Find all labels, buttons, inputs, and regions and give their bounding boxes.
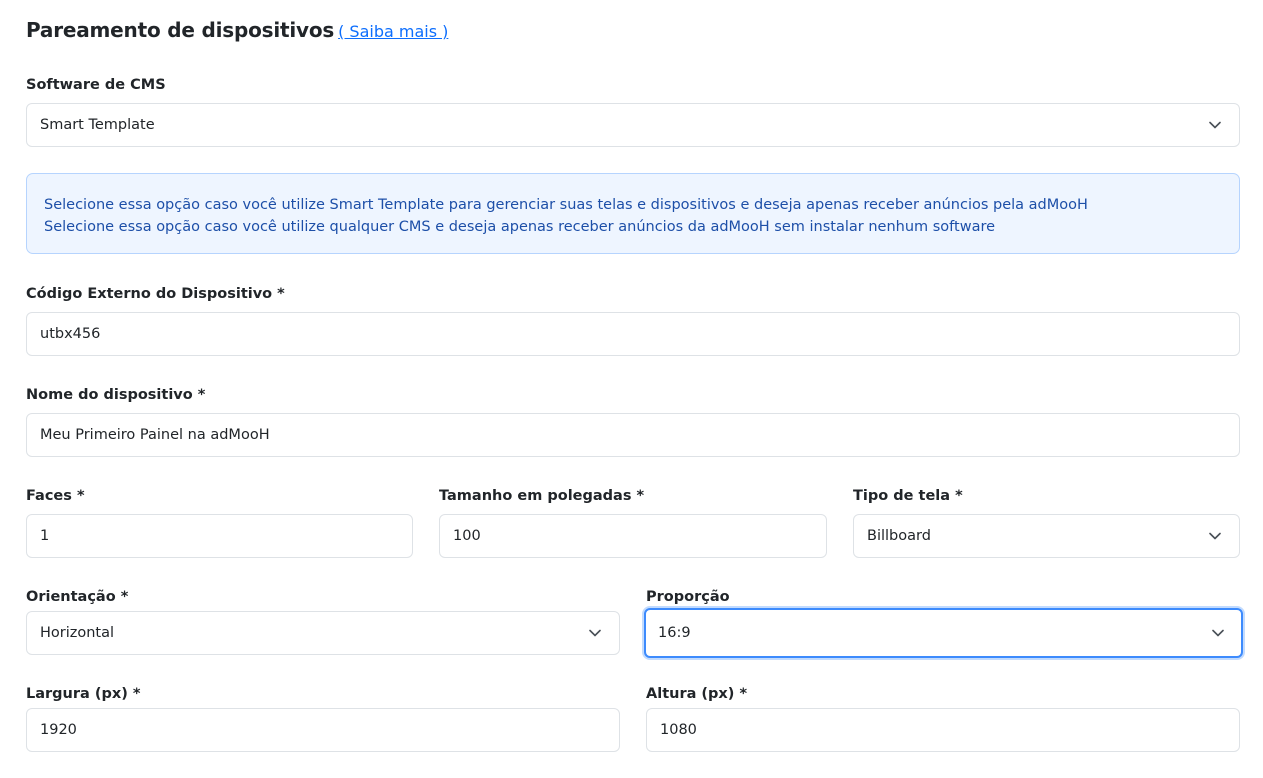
cms-select[interactable]: Smart Template — [26, 103, 1240, 147]
external-code-field[interactable] — [26, 312, 1240, 356]
width-input[interactable] — [40, 722, 606, 738]
info-line-any-cms: Selecione essa opção caso você utilize q… — [44, 219, 996, 235]
ratio-select[interactable]: 16:9 — [644, 608, 1243, 658]
chevron-down-icon — [1211, 626, 1225, 640]
width-field[interactable] — [26, 708, 620, 752]
external-code-input[interactable] — [40, 326, 1226, 342]
screen-type-value: Billboard — [867, 528, 931, 544]
chevron-down-icon — [588, 626, 602, 640]
learn-more-link[interactable]: ( Saiba mais ) — [338, 22, 448, 41]
ratio-value: 16:9 — [658, 625, 691, 641]
screen-type-select[interactable]: Billboard — [853, 514, 1240, 558]
cms-info-alert: Selecione essa opção caso você utilize S… — [26, 173, 1240, 254]
cms-select-value: Smart Template — [40, 117, 155, 133]
orientation-label: Orientação * — [26, 589, 129, 605]
faces-label: Faces * — [26, 488, 85, 504]
external-code-label: Código Externo do Dispositivo * — [26, 286, 285, 302]
size-inches-input[interactable] — [453, 528, 813, 544]
cms-label: Software de CMS — [26, 77, 166, 93]
page-title: Pareamento de dispositivos — [26, 18, 335, 42]
height-input[interactable] — [660, 722, 1226, 738]
device-pairing-page: Pareamento de dispositivos ( Saiba mais … — [0, 0, 1263, 778]
height-field[interactable] — [646, 708, 1240, 752]
info-line-smart-template: Selecione essa opção caso você utilize S… — [44, 197, 1088, 213]
width-label: Largura (px) * — [26, 686, 141, 702]
height-label: Altura (px) * — [646, 686, 748, 702]
size-inches-field[interactable] — [439, 514, 827, 558]
device-name-label: Nome do dispositivo * — [26, 387, 206, 403]
screen-type-label: Tipo de tela * — [853, 488, 963, 504]
size-inches-label: Tamanho em polegadas * — [439, 488, 645, 504]
device-name-field[interactable] — [26, 413, 1240, 457]
faces-field[interactable] — [26, 514, 413, 558]
faces-input[interactable] — [40, 528, 399, 544]
chevron-down-icon — [1208, 529, 1222, 543]
ratio-label: Proporção — [646, 589, 730, 605]
device-name-input[interactable] — [40, 427, 1226, 443]
orientation-select[interactable]: Horizontal — [26, 611, 620, 655]
chevron-down-icon — [1208, 118, 1222, 132]
orientation-value: Horizontal — [40, 625, 115, 641]
title-row: Pareamento de dispositivos ( Saiba mais … — [26, 18, 448, 48]
